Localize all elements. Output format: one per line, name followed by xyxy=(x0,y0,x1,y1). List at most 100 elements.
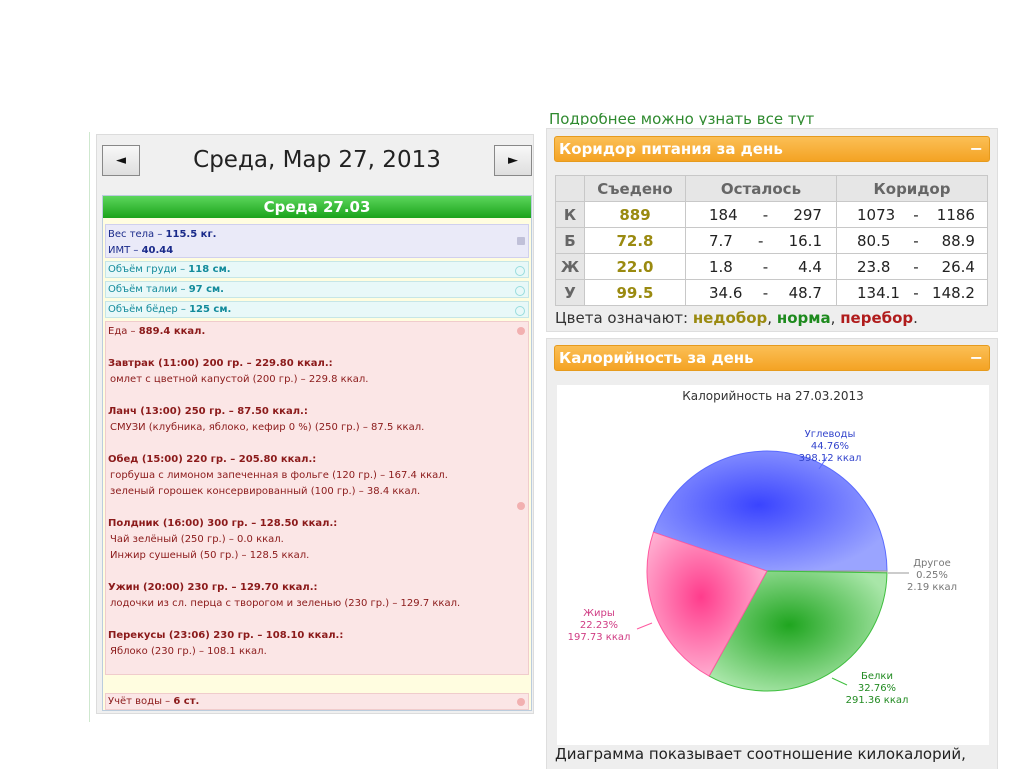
drop-icon xyxy=(517,698,525,706)
chart-caption: Диаграмма показывает соотношение килокал… xyxy=(555,745,966,763)
left-max: 48.7 xyxy=(788,283,822,302)
tape-icon xyxy=(515,286,525,296)
cor-min: 80.5 xyxy=(857,231,891,250)
row-label: К xyxy=(555,201,585,228)
waist-label: Объём талии – xyxy=(108,284,189,295)
left-max: 297 xyxy=(793,205,822,224)
calories-title: Калорийность за день xyxy=(559,349,754,367)
chest-entry[interactable]: Объём груди – 118 см. xyxy=(105,261,529,278)
meal-title: Ужин (20:00) 230 гр. – 129.70 ккал.: xyxy=(108,582,318,593)
meal-title: Обед (15:00) 220 гр. – 205.80 ккал.: xyxy=(108,454,317,465)
table-row: К 889 184-297 1073-1186 xyxy=(555,201,988,228)
eaten-value: 22.0 xyxy=(584,253,686,280)
chart-title: Калорийность на 27.03.2013 xyxy=(682,389,863,403)
row-label: Б xyxy=(555,227,585,254)
meal-item: Яблоко (230 гр.) – 108.1 ккал. xyxy=(110,646,267,657)
corridor-header[interactable]: Коридор питания за день − xyxy=(554,136,990,162)
table-row: Б 72.8 7.7 - 16.1 80.5 - 88.9 xyxy=(555,227,988,254)
legend-end: . xyxy=(913,309,918,327)
pie-slice-label: Белки 32.76% 291.36 ккал xyxy=(846,671,909,706)
range-dash: - xyxy=(913,257,919,276)
row-label: Ж xyxy=(555,253,585,280)
row-label: У xyxy=(555,279,585,306)
corridor-title: Коридор питания за день xyxy=(559,140,783,158)
water-entry[interactable]: Учёт воды – 6 ст. xyxy=(105,693,529,710)
waist-value: 97 см. xyxy=(188,284,224,295)
range-dash: - xyxy=(762,283,769,302)
collapse-icon[interactable]: − xyxy=(970,137,983,161)
bmi-label: ИМТ – xyxy=(108,245,142,256)
corridor-range: 134.1-148.2 xyxy=(836,279,988,306)
legend-under: недобор xyxy=(692,309,768,327)
left-min: 7.7 xyxy=(709,231,733,250)
meal-title: Полдник (16:00) 300 гр. – 128.50 ккал.: xyxy=(108,518,338,529)
apple-icon xyxy=(517,502,525,510)
next-day-button[interactable]: ► xyxy=(494,145,532,176)
meal-title: Перекусы (23:06) 230 гр. – 108.10 ккал.: xyxy=(108,630,344,641)
range-dash: - xyxy=(758,231,764,250)
meal-item: зеленый горошек консервированный (100 гр… xyxy=(110,486,421,497)
cor-min: 134.1 xyxy=(857,283,900,302)
corridor-range: 1073-1186 xyxy=(836,201,988,228)
chest-value: 118 см. xyxy=(188,264,231,275)
cor-max: 1186 xyxy=(936,205,975,224)
apple-icon xyxy=(517,327,525,335)
water-value: 6 ст. xyxy=(173,696,200,707)
meal-item: СМУЗИ (клубника, яблоко, кефир 0 %) (250… xyxy=(110,422,425,433)
legend-norm: норма xyxy=(776,309,831,327)
tape-icon xyxy=(515,266,525,276)
meal-item: Чай зелёный (250 гр.) – 0.0 ккал. xyxy=(110,534,284,545)
calories-panel: Калорийность за день − Калорийность на 2… xyxy=(546,338,998,769)
tape-icon xyxy=(515,306,525,316)
left-range: 7.7 - 16.1 xyxy=(685,227,837,254)
calories-header[interactable]: Калорийность за день − xyxy=(554,345,990,371)
hips-label: Объём бёдер – xyxy=(108,304,190,315)
left-range: 184 - 297 xyxy=(685,201,837,228)
left-min: 184 xyxy=(709,205,738,224)
pie-slice-label: Углеводы 44.76% 398.12 ккал xyxy=(799,429,862,464)
meal-item: горбуша с лимоном запеченная в фольге (1… xyxy=(110,470,448,481)
eaten-value: 889 xyxy=(584,201,686,228)
cor-max: 88.9 xyxy=(941,231,975,250)
diary-panel: ◄ Среда, Мар 27, 2013 ► Среда 27.03 Вес … xyxy=(96,134,534,714)
cor-max: 148.2 xyxy=(932,283,975,302)
range-dash: - xyxy=(762,257,769,276)
table-row: У 99.5 34.6-48.7 134.1-148.2 xyxy=(555,279,988,306)
legend-over: перебор xyxy=(840,309,914,327)
meal-title: Завтрак (11:00) 200 гр. – 229.80 ккал.: xyxy=(108,358,333,369)
food-value: 889.4 ккал. xyxy=(138,326,206,337)
meal-item: лодочки из сл. перца с творогом и зелень… xyxy=(110,598,461,609)
water-label: Учёт воды – xyxy=(108,696,174,707)
cor-max: 26.4 xyxy=(941,257,975,276)
hips-entry[interactable]: Объём бёдер – 125 см. xyxy=(105,301,529,318)
pie-label-connector xyxy=(636,622,653,630)
corridor-panel: Коридор питания за день − Съедено Остало… xyxy=(546,128,998,332)
range-dash: - xyxy=(913,283,919,302)
day-card: Среда 27.03 Вес тела – 115.5 кг. ИМТ – 4… xyxy=(102,195,532,711)
range-dash: - xyxy=(762,205,769,224)
corridor-range: 23.8 - 26.4 xyxy=(836,253,988,280)
waist-entry[interactable]: Объём талии – 97 см. xyxy=(105,281,529,298)
corridor-table: Съедено Осталось Коридор К 889 184 - 297 1… xyxy=(555,175,988,306)
more-info-link[interactable]: Подробнее можно узнать все тут xyxy=(549,113,814,125)
chest-label: Объём груди – xyxy=(108,264,189,275)
collapse-icon[interactable]: − xyxy=(970,346,983,370)
diary-column: ◄ Среда, Мар 27, 2013 ► Среда 27.03 Вес … xyxy=(89,132,539,722)
meal-item: омлет с цветной капустой (200 гр.) – 229… xyxy=(110,374,369,385)
food-entry[interactable]: Еда – 889.4 ккал. Завтрак (11:00) 200 гр… xyxy=(105,321,529,675)
pie-slice-label: Жиры 22.23% 197.73 ккал xyxy=(568,608,631,643)
day-header[interactable]: Среда 27.03 xyxy=(103,196,531,218)
calories-chart: Калорийность на 27.03.2013 Углеводы 44.76… xyxy=(557,385,989,745)
cor-min: 23.8 xyxy=(857,257,891,276)
color-legend: Цвета означают: недобор, норма, перебор. xyxy=(555,309,918,327)
left-range: 34.6-48.7 xyxy=(685,279,837,306)
left-max: 4.4 xyxy=(798,257,822,276)
range-dash: - xyxy=(913,231,919,250)
food-label: Еда – xyxy=(108,326,139,337)
weight-entry[interactable]: Вес тела – 115.5 кг. ИМТ – 40.44 xyxy=(105,224,529,258)
prev-day-button[interactable]: ◄ xyxy=(102,145,140,176)
cor-min: 1073 xyxy=(857,205,896,224)
legend-sep: , xyxy=(830,309,841,327)
range-dash: - xyxy=(913,205,919,224)
legend-prefix: Цвета означают: xyxy=(555,309,693,327)
